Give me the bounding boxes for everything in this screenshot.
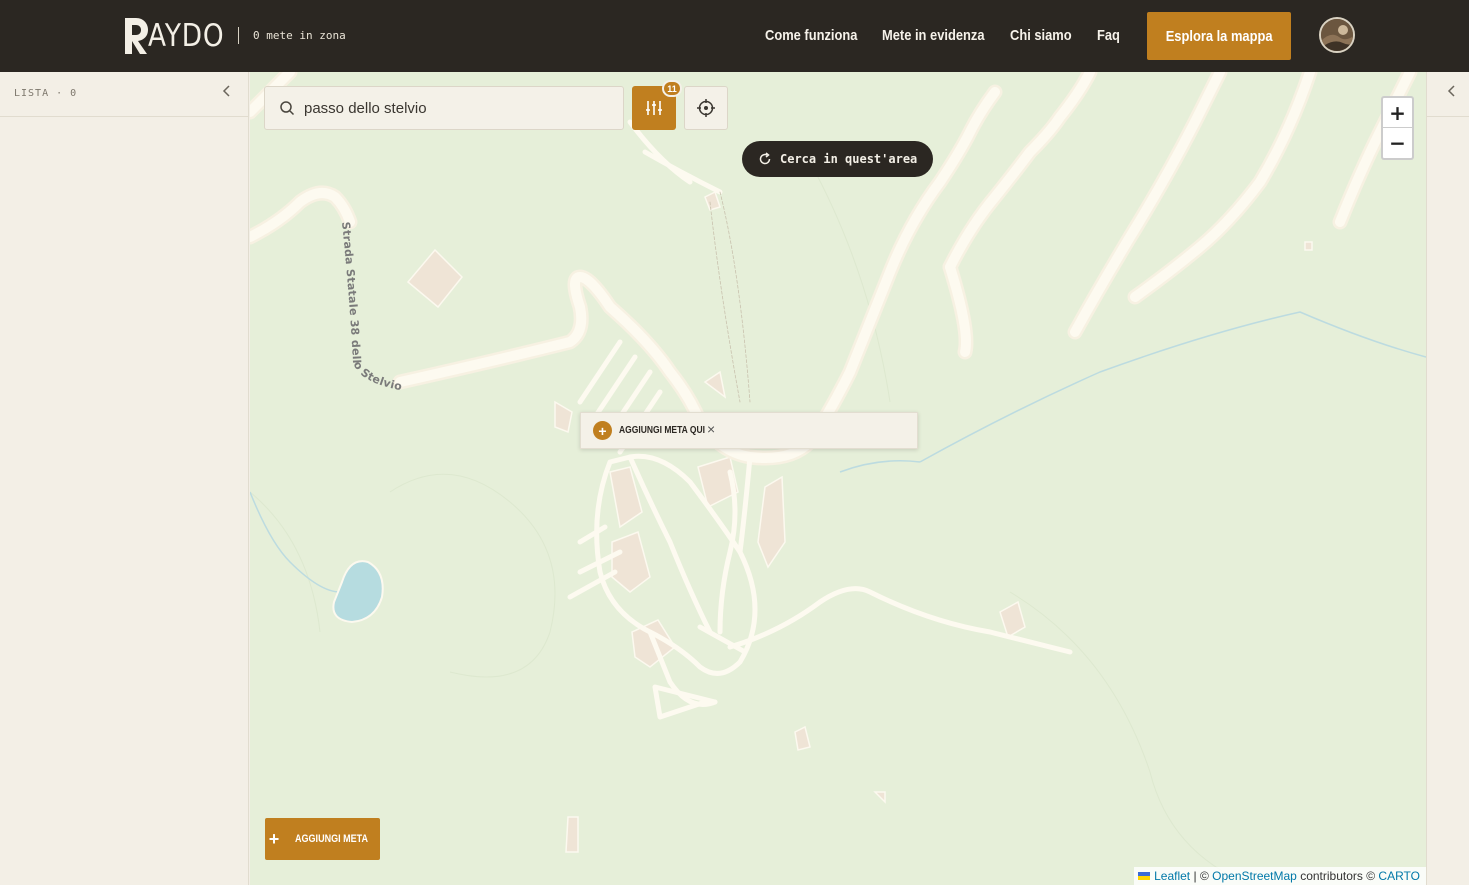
- crosshair-icon: [697, 99, 715, 117]
- leaflet-link[interactable]: Leaflet: [1154, 869, 1190, 883]
- map-attribution: Leaflet | © OpenStreetMap contributors ©…: [1134, 867, 1426, 885]
- refresh-icon: [759, 152, 771, 165]
- locate-button[interactable]: [684, 86, 728, 130]
- osm-link[interactable]: OpenStreetMap: [1212, 869, 1297, 883]
- logo-text: AYDO: [148, 18, 225, 54]
- list-panel-header: LISTA · 0: [0, 72, 248, 117]
- add-destination-popup: + AGGIUNGI META QUI ×: [580, 412, 918, 449]
- user-avatar[interactable]: [1319, 17, 1355, 53]
- zoom-control: + −: [1381, 96, 1414, 160]
- logo-pin-icon: [125, 18, 148, 54]
- nav-come-funziona[interactable]: Come funziona: [765, 27, 857, 44]
- filter-count-badge: 11: [662, 80, 682, 97]
- sliders-icon: [646, 101, 662, 115]
- nav-faq[interactable]: Faq: [1097, 27, 1120, 44]
- map-canvas[interactable]: Strada Statale 38 dello Stelvio 11: [250, 72, 1426, 885]
- add-destination-here-button[interactable]: AGGIUNGI META QUI: [619, 425, 705, 436]
- detail-panel-header: [1427, 72, 1469, 117]
- search-input[interactable]: [304, 99, 604, 117]
- plus-icon: +: [268, 829, 280, 849]
- avatar-image: [1321, 19, 1353, 51]
- nav-chi-siamo[interactable]: Chi siamo: [1010, 27, 1072, 44]
- chevron-left-icon[interactable]: [1447, 84, 1457, 103]
- search-box[interactable]: [264, 86, 624, 130]
- detail-panel: [1426, 72, 1469, 885]
- list-title: LISTA · 0: [14, 88, 78, 99]
- attribution-contributors: contributors ©: [1300, 869, 1376, 883]
- map-tiles[interactable]: Strada Statale 38 dello Stelvio: [250, 72, 1426, 885]
- attribution-separator: |: [1193, 869, 1197, 883]
- add-destination-button[interactable]: + AGGIUNGI META: [265, 818, 380, 860]
- search-icon: [280, 101, 295, 116]
- road-label: Strada Statale 38 dello Stelvio: [339, 221, 403, 393]
- explore-map-label: Esplora la mappa: [1165, 27, 1273, 45]
- search-this-area-button[interactable]: Cerca in quest'area: [742, 141, 933, 177]
- list-panel: LISTA · 0: [0, 72, 249, 885]
- mete-count: 0 mete in zona: [253, 29, 346, 42]
- ukraine-flag-icon: [1138, 872, 1151, 880]
- explore-map-button[interactable]: Esplora la mappa: [1147, 12, 1291, 60]
- search-this-area-label: Cerca in quest'area: [780, 152, 918, 166]
- top-navigation-bar: AYDO 0 mete in zona Come funziona Mete i…: [0, 0, 1469, 72]
- nav-mete-in-evidenza[interactable]: Mete in evidenza: [882, 27, 985, 44]
- attribution-copyright: ©: [1199, 869, 1209, 883]
- close-icon[interactable]: ×: [707, 421, 715, 437]
- carto-link[interactable]: CARTO: [1378, 869, 1420, 883]
- header-divider: [238, 27, 239, 44]
- add-destination-label: AGGIUNGI META: [295, 833, 369, 845]
- plus-icon[interactable]: +: [593, 421, 612, 440]
- zoom-in-button[interactable]: +: [1383, 98, 1412, 128]
- logo[interactable]: AYDO: [120, 14, 238, 58]
- chevron-left-icon[interactable]: [222, 84, 232, 103]
- zoom-out-button[interactable]: −: [1383, 128, 1412, 158]
